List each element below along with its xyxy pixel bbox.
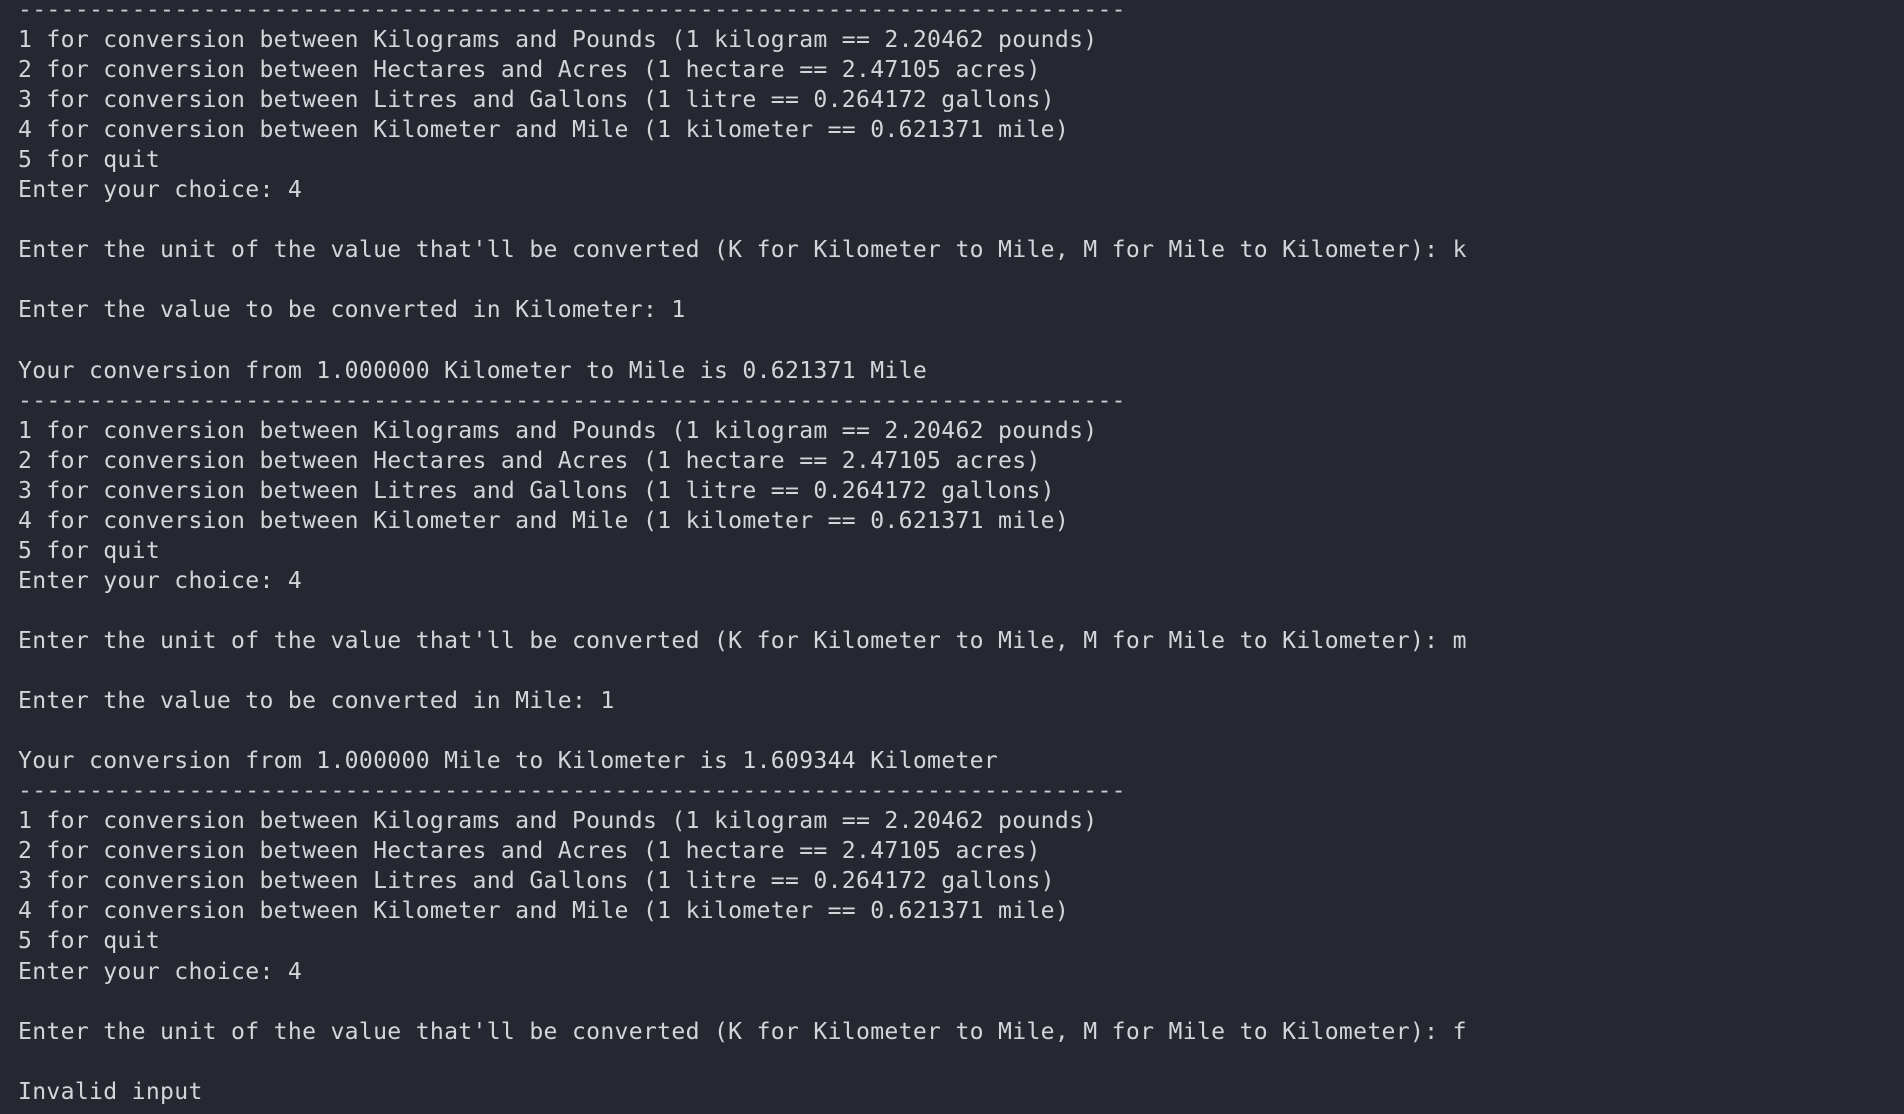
conversion-result: Your conversion from 1.000000 Mile to Ki… xyxy=(18,748,999,775)
menu-option-2: 2 for conversion between Hectares and Ac… xyxy=(18,447,1041,474)
unit-prompt: Enter the unit of the value that'll be c… xyxy=(18,627,1467,654)
value-prompt: Enter the value to be converted in Kilom… xyxy=(18,297,686,324)
conversion-result: Your conversion from 1.000000 Kilometer … xyxy=(18,357,928,384)
menu-option-4: 4 for conversion between Kilometer and M… xyxy=(18,898,1070,925)
terminal-output[interactable]: ----------------------------------------… xyxy=(0,0,1904,1109)
menu-option-3: 3 for conversion between Litres and Gall… xyxy=(18,477,1055,504)
menu-option-1: 1 for conversion between Kilograms and P… xyxy=(18,417,1098,444)
menu-option-2: 2 for conversion between Hectares and Ac… xyxy=(18,57,1041,84)
choice-prompt: Enter your choice: 4 xyxy=(18,177,303,204)
unit-prompt: Enter the unit of the value that'll be c… xyxy=(18,1018,1467,1045)
unit-prompt: Enter the unit of the value that'll be c… xyxy=(18,237,1467,264)
separator-line: ----------------------------------------… xyxy=(18,778,1126,805)
menu-option-3: 3 for conversion between Litres and Gall… xyxy=(18,868,1055,895)
menu-option-5: 5 for quit xyxy=(18,147,161,174)
menu-option-1: 1 for conversion between Kilograms and P… xyxy=(18,27,1098,54)
menu-option-5: 5 for quit xyxy=(18,537,161,564)
invalid-input-message: Invalid input xyxy=(18,1078,203,1105)
menu-option-2: 2 for conversion between Hectares and Ac… xyxy=(18,838,1041,865)
menu-option-5: 5 for quit xyxy=(18,928,161,955)
choice-prompt: Enter your choice: 4 xyxy=(18,567,303,594)
menu-option-1: 1 for conversion between Kilograms and P… xyxy=(18,808,1098,835)
value-prompt: Enter the value to be converted in Mile:… xyxy=(18,688,615,715)
choice-prompt: Enter your choice: 4 xyxy=(18,958,303,985)
menu-option-4: 4 for conversion between Kilometer and M… xyxy=(18,117,1070,144)
menu-option-3: 3 for conversion between Litres and Gall… xyxy=(18,87,1055,114)
menu-option-4: 4 for conversion between Kilometer and M… xyxy=(18,507,1070,534)
separator-line: ----------------------------------------… xyxy=(18,0,1126,23)
separator-line: ----------------------------------------… xyxy=(18,387,1126,414)
